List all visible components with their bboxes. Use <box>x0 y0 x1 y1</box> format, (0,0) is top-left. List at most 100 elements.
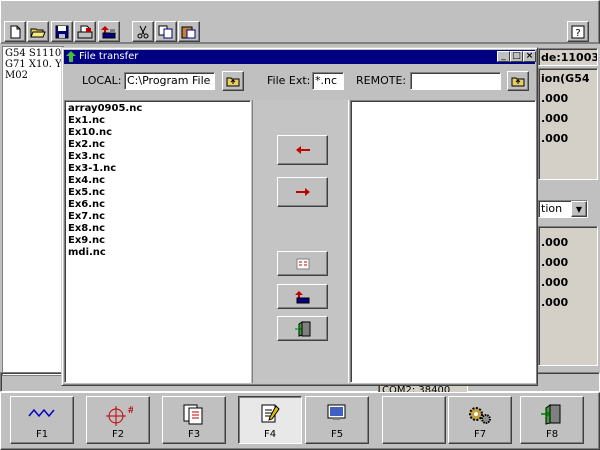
panel-value: .000 <box>541 256 569 269</box>
f2-button[interactable]: # F2 <box>86 396 150 444</box>
f4-label: F4 <box>263 429 277 440</box>
panel-value: .000 <box>541 276 569 289</box>
save-icon <box>55 25 69 38</box>
list-item[interactable]: Ex4.nc <box>68 175 247 187</box>
cut-icon <box>137 25 149 38</box>
help-button[interactable]: ? <box>567 21 589 42</box>
mode-label: de:11003 <box>538 48 598 66</box>
list-item[interactable]: Ex10.nc <box>68 127 247 139</box>
gcode-editor[interactable]: G54 S11100 G71 X10. Y1 M02 <box>2 46 64 376</box>
list-item[interactable]: mdi.nc <box>68 247 247 259</box>
save-button[interactable] <box>51 21 73 42</box>
file-ext-input[interactable]: *.nc <box>312 72 344 90</box>
close-button[interactable]: × <box>523 51 536 62</box>
remote-browse-button[interactable] <box>507 71 529 91</box>
gears-icon <box>469 407 491 424</box>
f4-button[interactable]: F4 <box>238 396 302 444</box>
minimize-icon: _ <box>501 51 506 61</box>
list-item[interactable]: Ex9.nc <box>68 235 247 247</box>
connect-button[interactable] <box>277 284 328 309</box>
copy-icon <box>158 25 173 38</box>
exit-door-icon <box>541 404 561 425</box>
list-item[interactable]: Ex5.nc <box>68 187 247 199</box>
new-file-button[interactable] <box>4 21 26 42</box>
local-browse-button[interactable] <box>222 71 244 91</box>
print-button[interactable] <box>74 21 96 42</box>
paste-icon <box>181 26 196 38</box>
list-item[interactable]: Ex8.nc <box>68 223 247 235</box>
f7-label: F7 <box>473 429 487 440</box>
transfer-button[interactable] <box>98 21 120 42</box>
local-path-input[interactable]: C:\Program File <box>124 72 215 90</box>
position-panel: ion(G54 .000 .000 .000 <box>538 68 598 180</box>
main-toolbar: ? <box>0 0 600 44</box>
file-transfer-dialog: File transfer _ □ × LOCAL: C:\Program Fi… <box>61 47 538 386</box>
document-icon <box>183 404 203 425</box>
position-value: .000 <box>541 132 569 145</box>
arrow-right-icon <box>295 188 310 196</box>
dialog-title: File transfer <box>79 51 139 62</box>
panel-value: .000 <box>541 236 569 249</box>
list-item[interactable]: Ex1.nc <box>68 115 247 127</box>
copy-button[interactable] <box>155 21 177 42</box>
f3-label: F3 <box>187 429 201 440</box>
new-file-icon <box>10 25 21 38</box>
upload-button[interactable] <box>277 177 328 207</box>
f1-label: F1 <box>35 429 49 440</box>
f8-label: F8 <box>545 429 559 440</box>
local-file-list[interactable]: array0905.nc Ex1.nc Ex10.nc Ex2.nc Ex3.n… <box>64 100 251 383</box>
folder-up-icon <box>226 77 240 87</box>
remote-label: REMOTE: <box>356 74 407 87</box>
list-item[interactable]: Ex3-1.nc <box>68 163 247 175</box>
delete-file-button[interactable] <box>277 251 328 276</box>
crosshair-icon: # <box>106 405 133 426</box>
transfer-icon <box>294 290 309 303</box>
dialog-titlebar[interactable]: File transfer _ □ × <box>64 50 536 64</box>
delete-file-icon <box>296 258 309 269</box>
cut-button[interactable] <box>132 21 154 42</box>
panel-value: .000 <box>541 296 569 309</box>
svg-text:#: # <box>127 405 133 416</box>
local-label: LOCAL: <box>82 74 122 87</box>
f1-button[interactable]: F1 <box>10 396 74 444</box>
f2-label: F2 <box>111 429 125 440</box>
f8-button[interactable]: F8 <box>520 396 584 444</box>
wave-icon <box>28 408 55 418</box>
list-item[interactable]: Ex2.nc <box>68 139 247 151</box>
f5-button[interactable]: F5 <box>305 396 369 444</box>
exit-button[interactable] <box>277 316 328 341</box>
svg-text:?: ? <box>575 28 580 39</box>
gcode-line: G54 S11100 <box>5 48 64 59</box>
f6-button[interactable] <box>382 396 446 444</box>
list-item[interactable]: Ex7.nc <box>68 211 247 223</box>
position-header: ion(G54 <box>541 72 590 85</box>
print-icon <box>77 25 93 38</box>
remote-path-input[interactable] <box>410 72 501 90</box>
remote-file-list[interactable] <box>350 100 536 383</box>
help-icon: ? <box>571 25 585 39</box>
gcode-line: M02 <box>5 70 28 81</box>
download-button[interactable] <box>277 135 328 165</box>
list-item[interactable]: Ex6.nc <box>68 199 247 211</box>
maximize-button[interactable]: □ <box>510 51 523 62</box>
list-item[interactable]: array0905.nc <box>68 103 247 115</box>
close-icon: × <box>525 51 534 61</box>
minimize-button[interactable]: _ <box>497 51 510 62</box>
maximize-icon: □ <box>512 51 521 61</box>
f7-button[interactable]: F7 <box>448 396 512 444</box>
f3-button[interactable]: F3 <box>162 396 226 444</box>
f5-label: F5 <box>330 429 344 440</box>
file-ext-label: File Ext: <box>267 74 311 87</box>
list-item[interactable]: Ex3.nc <box>68 151 247 163</box>
position-value: .000 <box>541 112 569 125</box>
exit-door-icon <box>294 320 310 337</box>
transfer-icon <box>101 25 116 38</box>
transfer-arrows-icon <box>66 51 76 62</box>
open-button[interactable] <box>27 21 49 42</box>
open-folder-icon <box>30 28 46 37</box>
chevron-down-icon[interactable]: ▼ <box>571 201 587 217</box>
folder-up-icon <box>511 77 525 87</box>
monitor-icon <box>327 404 346 420</box>
arrow-left-icon <box>295 146 310 154</box>
paste-button[interactable] <box>178 21 200 42</box>
